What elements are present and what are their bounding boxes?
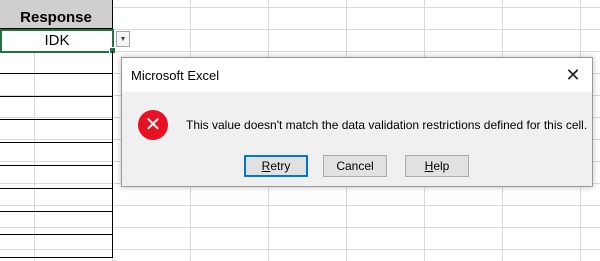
cancel-button[interactable]: Cancel — [323, 155, 387, 177]
validation-dropdown-button[interactable]: ▼ — [116, 31, 130, 47]
dialog-message: This value doesn't match the data valida… — [186, 118, 588, 132]
dialog-titlebar[interactable]: Microsoft Excel ✕ — [122, 58, 592, 92]
chevron-down-icon: ▼ — [119, 36, 127, 43]
table-cell[interactable] — [0, 97, 113, 120]
table-cell[interactable] — [0, 120, 113, 143]
table-cell[interactable] — [0, 212, 113, 235]
table-cell[interactable] — [0, 143, 113, 166]
retry-label: etry — [270, 159, 291, 173]
close-icon: ✕ — [565, 65, 581, 85]
error-dialog: Microsoft Excel ✕ ✕ This value doesn't m… — [121, 57, 593, 187]
table-cell[interactable] — [0, 74, 113, 97]
header-cell-response[interactable]: Response — [0, 0, 113, 29]
table-cell[interactable] — [0, 189, 113, 212]
dialog-title: Microsoft Excel — [131, 68, 220, 83]
table-cell[interactable] — [0, 235, 113, 258]
help-button[interactable]: Help — [405, 155, 469, 177]
active-cell[interactable]: IDK — [0, 29, 114, 53]
header-cell-label: Response — [20, 9, 92, 26]
table-cell[interactable] — [0, 166, 113, 189]
table-cell[interactable] — [0, 51, 113, 74]
close-button[interactable]: ✕ — [562, 64, 584, 86]
error-icon: ✕ — [138, 110, 168, 140]
column-a: Response IDK — [0, 0, 116, 261]
retry-button[interactable]: Retry — [244, 155, 308, 177]
help-label: elp — [433, 159, 450, 173]
